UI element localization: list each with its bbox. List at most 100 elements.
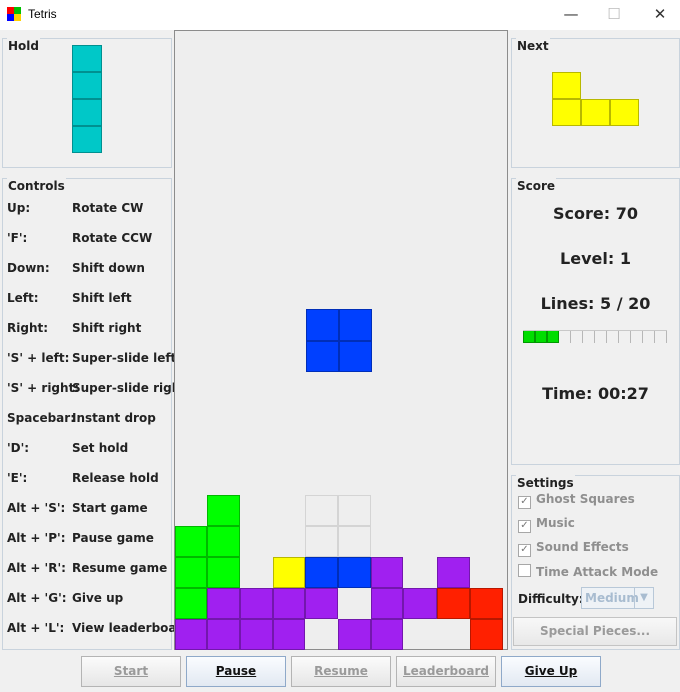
control-key: Alt + 'L': [7, 621, 65, 635]
control-action: Resume game [72, 561, 168, 575]
close-button[interactable]: ✕ [637, 0, 680, 30]
progress-segment-empty [655, 330, 667, 343]
progress-segment-empty [559, 330, 571, 343]
difficulty-label: Difficulty: [518, 592, 584, 606]
progress-segment-filled [547, 330, 559, 343]
control-action: Shift down [72, 261, 145, 275]
minimize-button[interactable]: — [548, 0, 594, 30]
board-block [175, 619, 207, 650]
checkbox-icon: ✓ [518, 544, 531, 557]
board-block [305, 588, 338, 619]
next-block [581, 99, 610, 126]
hold-block [72, 99, 102, 126]
hold-block [72, 72, 102, 99]
ghost-block [305, 495, 338, 526]
next-title: Next [516, 38, 550, 54]
ghost-squares-checkbox[interactable]: ✓ Ghost Squares [518, 492, 635, 509]
pause-button[interactable]: Pause [186, 656, 286, 687]
active-piece-block [339, 341, 372, 372]
control-action: Rotate CW [72, 201, 144, 215]
title-bar: Tetris — ☐ ✕ [0, 0, 680, 30]
active-piece-block [306, 309, 339, 341]
board-block [273, 557, 305, 588]
control-key: 'S' + left: [7, 351, 70, 365]
score-panel: Score Score: 70 Level: 1 Lines: 5 / 20 T… [511, 178, 680, 465]
time-value: Time: 00:27 [542, 384, 649, 403]
level-value: Level: 1 [560, 249, 631, 268]
chevron-down-icon: ▼ [634, 588, 653, 608]
progress-segment-empty [631, 330, 643, 343]
board-block [338, 619, 371, 650]
checkbox-icon: ✓ [518, 496, 531, 509]
board-block [175, 526, 207, 557]
checkbox-icon [518, 564, 531, 577]
progress-segment-empty [571, 330, 583, 343]
difficulty-value: Medium [585, 591, 639, 605]
board-block [175, 588, 207, 619]
progress-segment-empty [619, 330, 631, 343]
board-block [403, 588, 437, 619]
lines-value: Lines: 5 / 20 [540, 294, 651, 313]
special-pieces-button[interactable]: Special Pieces... [513, 617, 677, 646]
board-block [437, 588, 470, 619]
control-action: Release hold [72, 471, 159, 485]
progress-segment-filled [535, 330, 547, 343]
board-block [371, 619, 403, 650]
next-block [610, 99, 639, 126]
hold-panel: Hold [2, 38, 172, 168]
controls-title: Controls [7, 178, 66, 194]
window-title: Tetris [28, 7, 57, 21]
control-key: 'F': [7, 231, 28, 245]
control-action: Rotate CCW [72, 231, 153, 245]
music-checkbox[interactable]: ✓ Music [518, 516, 575, 533]
board-block [207, 526, 240, 557]
control-key: Up: [7, 201, 31, 215]
time-attack-checkbox[interactable]: Time Attack Mode [518, 564, 658, 579]
score-title: Score [516, 178, 557, 194]
control-action: Start game [72, 501, 148, 515]
board-block [273, 619, 305, 650]
active-piece-block [306, 341, 339, 372]
settings-panel: Settings ✓ Ghost Squares ✓ Music ✓ Sound Ef… [511, 475, 680, 650]
board-block [240, 619, 273, 650]
give-up-button[interactable]: Give Up [501, 656, 601, 687]
ghost-block [338, 526, 371, 557]
board-block [470, 619, 503, 650]
board-block [207, 495, 240, 526]
board-block [207, 557, 240, 588]
control-key: Right: [7, 321, 49, 335]
maximize-button[interactable]: ☐ [591, 0, 637, 30]
ghost-block [338, 495, 371, 526]
progress-segment-filled [523, 330, 535, 343]
control-action: Instant drop [72, 411, 156, 425]
start-button[interactable]: Start [81, 656, 181, 687]
control-action: Shift right [72, 321, 142, 335]
hold-block [72, 126, 102, 153]
control-key: 'E': [7, 471, 28, 485]
lines-progress-bar [523, 330, 667, 343]
app-icon [7, 7, 21, 21]
sound-effects-checkbox[interactable]: ✓ Sound Effects [518, 540, 629, 557]
checkbox-icon: ✓ [518, 520, 531, 533]
control-key: Spacebar: [7, 411, 75, 425]
next-panel: Next [511, 38, 680, 168]
difficulty-select[interactable]: Medium ▼ [581, 587, 654, 609]
board-block [470, 588, 503, 619]
progress-segment-empty [583, 330, 595, 343]
leaderboard-button[interactable]: Leaderboard [396, 656, 496, 687]
resume-button[interactable]: Resume [291, 656, 391, 687]
board-block [207, 619, 240, 650]
control-key: Left: [7, 291, 39, 305]
control-key: Down: [7, 261, 50, 275]
progress-segment-empty [607, 330, 619, 343]
board-block [175, 557, 207, 588]
control-key: 'D': [7, 441, 30, 455]
controls-panel: Controls Up: Rotate CW 'F': Rotate CCW Down:… [2, 178, 191, 650]
progress-segment-empty [643, 330, 655, 343]
board-block [371, 588, 403, 619]
game-board[interactable] [174, 30, 508, 650]
score-value: Score: 70 [553, 204, 638, 223]
control-key: Alt + 'R': [7, 561, 66, 575]
progress-track [523, 330, 667, 331]
board-block [437, 557, 470, 588]
